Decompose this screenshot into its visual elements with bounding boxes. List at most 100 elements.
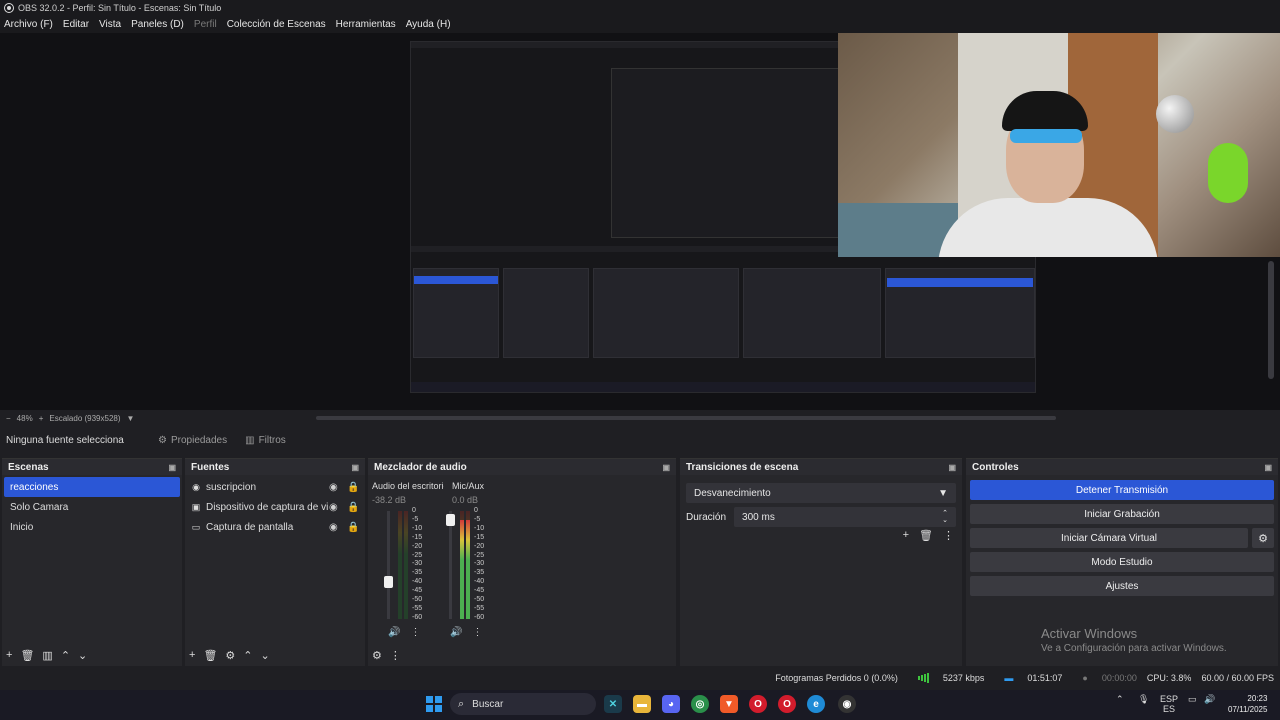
camera-icon: ▣ <box>191 501 201 512</box>
mixer-menu-icon[interactable]: ⋮ <box>390 649 401 662</box>
menu-paneles[interactable]: Paneles (D) <box>131 19 184 30</box>
spin-arrows-icon[interactable]: ⌃ ⌄ <box>942 510 948 524</box>
remove-scene-icon[interactable]: 🗑 <box>20 649 34 662</box>
discord-icon[interactable]: ◕ <box>662 695 680 713</box>
language-indicator[interactable]: ESP ES <box>1160 694 1178 714</box>
virtual-cam-row: Iniciar Cámara Virtual ⚙ <box>970 528 1274 548</box>
properties-button[interactable]: ⚙ Propiedades <box>152 433 233 448</box>
brave-icon[interactable]: ▼ <box>720 695 738 713</box>
file-explorer-icon[interactable]: ▬ <box>633 695 651 713</box>
obs-taskbar-icon[interactable]: ◉ <box>838 695 856 713</box>
status-bar: Fotogramas Perdidos 0 (0.0%) 5237 kbps ▬… <box>0 668 1280 688</box>
scene-item-inicio[interactable]: Inicio <box>4 517 180 537</box>
filters-button[interactable]: ▥ Filtros <box>239 433 292 448</box>
stop-stream-button[interactable]: Detener Transmisión <box>970 480 1274 500</box>
source-item-captura[interactable]: ▭ Captura de pantalla ◉ 🔒 <box>185 517 365 537</box>
menu-herramientas[interactable]: Herramientas <box>336 19 396 30</box>
zoom-out-button[interactable]: − <box>6 414 11 423</box>
transition-menu-icon[interactable]: ⋮ <box>943 529 954 542</box>
lock-icon[interactable]: 🔒 <box>347 522 359 533</box>
chrome-icon[interactable]: ◎ <box>691 695 709 713</box>
opera-gx-icon[interactable]: O <box>778 695 796 713</box>
channel-db: -38.2 dB <box>372 495 407 505</box>
meter-tick-label: -25 <box>412 551 423 559</box>
edge-icon[interactable]: e <box>807 695 825 713</box>
remove-transition-icon[interactable]: 🗑 <box>919 529 933 542</box>
start-virtual-camera-button[interactable]: Iniciar Cámara Virtual <box>970 528 1248 548</box>
undock-icon[interactable]: ▣ <box>168 463 176 472</box>
speaker-icon[interactable]: 🔊 <box>450 627 462 638</box>
move-up-icon[interactable]: ⌃ <box>243 649 252 662</box>
stream-time-status: ▬ 01:51:07 <box>994 673 1062 683</box>
stream-time: 01:51:07 <box>1027 673 1063 683</box>
undock-icon[interactable]: ▣ <box>662 463 670 472</box>
transitions-dock: Transiciones de escena ▣ Desvanecimiento… <box>680 458 962 666</box>
visibility-eye-icon[interactable]: ◉ <box>329 522 338 533</box>
mixer-toolbar: ⚙ ⋮ <box>372 649 401 662</box>
scene-item-reacciones[interactable]: reacciones <box>4 477 180 497</box>
mic-volume-fader[interactable] <box>446 511 455 619</box>
settings-button[interactable]: Ajustes <box>970 576 1274 596</box>
windows-start-icon[interactable] <box>426 696 442 712</box>
source-item-suscripcion[interactable]: ◉ suscripcion ◉ 🔒 <box>185 477 365 497</box>
tray-overflow-icon[interactable]: ⌃ <box>1116 694 1124 705</box>
transition-selected: Desvanecimiento <box>694 487 771 499</box>
transition-select[interactable]: Desvanecimiento ▼ <box>686 483 956 503</box>
add-scene-icon[interactable]: + <box>6 649 12 662</box>
lang-bottom: ES <box>1163 704 1176 714</box>
visibility-eye-icon[interactable]: ◉ <box>329 482 338 493</box>
menu-vista[interactable]: Vista <box>99 19 121 30</box>
menu-ayuda[interactable]: Ayuda (H) <box>406 19 451 30</box>
taskbar-clock[interactable]: 20:23 07/11/2025 <box>1228 693 1267 715</box>
opera-icon[interactable]: O <box>749 695 767 713</box>
studio-mode-button[interactable]: Modo Estudio <box>970 552 1274 572</box>
lock-icon[interactable]: 🔒 <box>347 482 359 493</box>
meter-tick-label: -20 <box>412 542 423 550</box>
volume-icon[interactable]: 🔊 <box>1204 694 1215 705</box>
move-down-icon[interactable]: ⌄ <box>261 649 270 662</box>
undock-icon[interactable]: ▣ <box>948 463 956 472</box>
visibility-eye-icon[interactable]: ◉ <box>329 502 338 513</box>
menu-archivo[interactable]: Archivo (F) <box>4 19 53 30</box>
stream-icon: ▬ <box>1004 673 1014 683</box>
move-up-icon[interactable]: ⌃ <box>61 649 70 662</box>
remove-source-icon[interactable]: 🗑 <box>203 649 217 662</box>
capcut-app-icon[interactable]: ✕ <box>604 695 622 713</box>
preview-vertical-scrollbar[interactable] <box>1268 261 1274 379</box>
meter-tick-label: -15 <box>474 533 485 541</box>
preview-canvas[interactable] <box>0 33 1280 410</box>
more-icon[interactable]: ⋮ <box>410 627 420 638</box>
add-source-icon[interactable]: + <box>189 649 195 662</box>
taskbar-search[interactable]: ⌕ Buscar <box>450 693 596 715</box>
scene-filters-icon[interactable]: ▥ <box>42 649 52 662</box>
zoom-in-button[interactable]: + <box>39 414 44 423</box>
more-icon[interactable]: ⋮ <box>472 627 482 638</box>
source-item-dispositivo[interactable]: ▣ Dispositivo de captura de vide ◉ 🔒 <box>185 497 365 517</box>
mic-meter-ticks: 0 -5 -10 -15 -20 -25 -30 -35 -40 -45 -50 -55 -60 <box>474 507 484 623</box>
menu-coleccion-escenas[interactable]: Colección de Escenas <box>227 19 326 30</box>
network-icon[interactable]: ▭ <box>1188 694 1197 705</box>
scale-dropdown-icon[interactable]: ▼ <box>127 414 135 423</box>
lock-icon[interactable]: 🔒 <box>347 502 359 513</box>
scenes-title: Escenas <box>8 461 49 473</box>
speaker-icon[interactable]: 🔊 <box>388 627 400 638</box>
virtual-camera-settings-icon[interactable]: ⚙ <box>1252 528 1274 548</box>
menu-editar[interactable]: Editar <box>63 19 89 30</box>
add-transition-icon[interactable]: + <box>903 529 909 542</box>
duration-field[interactable]: 300 ms ⌃ ⌄ <box>734 507 956 527</box>
undock-icon[interactable]: ▣ <box>1264 463 1272 472</box>
preview-horizontal-scrollbar[interactable] <box>316 416 1056 420</box>
start-recording-button[interactable]: Iniciar Grabación <box>970 504 1274 524</box>
fader-knob[interactable] <box>384 576 393 589</box>
microphone-icon[interactable]: 🎙 <box>1138 694 1149 705</box>
undock-icon[interactable]: ▣ <box>351 463 359 472</box>
desktop-volume-fader[interactable] <box>384 511 393 619</box>
fader-knob[interactable] <box>446 513 455 526</box>
advanced-audio-icon[interactable]: ⚙ <box>372 649 382 662</box>
meter-tick-label: -35 <box>474 569 485 577</box>
move-down-icon[interactable]: ⌄ <box>78 649 87 662</box>
scene-item-solo-camara[interactable]: Solo Camara <box>4 497 180 517</box>
meter-tick-label: -40 <box>412 578 423 586</box>
source-properties-icon[interactable]: ⚙ <box>225 649 235 662</box>
mixer-header: Mezclador de audio ▣ <box>368 459 676 475</box>
